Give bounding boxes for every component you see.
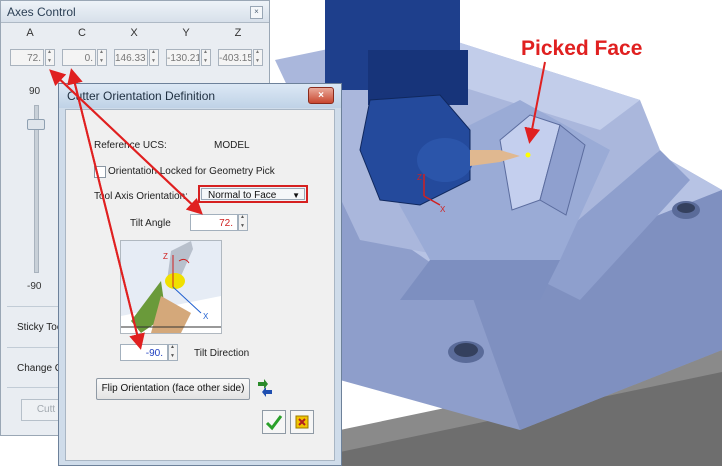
tool-axis-value: Normal to Face — [208, 190, 277, 201]
tilt-angle-label: Tilt Angle — [130, 218, 171, 229]
axis-header-y: Y — [182, 27, 190, 39]
tool-axis-dropdown[interactable]: Normal to Face ▼ — [198, 185, 308, 203]
triad-x-label: X — [440, 205, 446, 214]
tilt-direction-field[interactable]: -90. — [120, 344, 168, 361]
tilt-angle-spinner[interactable] — [238, 214, 248, 231]
axis-a-spinner[interactable] — [45, 49, 55, 66]
axis-a-field[interactable]: 72. — [10, 49, 44, 66]
diagram-z-label: Z — [163, 252, 168, 261]
axis-c-field[interactable]: 0. — [62, 49, 96, 66]
diagram-x-label: X — [203, 312, 209, 321]
flip-arrows-icon[interactable] — [254, 378, 276, 398]
axis-x-field[interactable]: 146.33 — [114, 49, 148, 66]
tilt-diagram: Z X — [120, 240, 222, 334]
axis-column-a: A 72. — [7, 25, 59, 75]
checkmark-icon — [265, 415, 283, 431]
scene: Z X Axes Control × A 72. C 0. X 146.33 Y — [0, 0, 722, 466]
axis-header-z: Z — [234, 27, 242, 39]
axis-column-y: Y -130.21 — [163, 25, 215, 75]
tilt-direction-spinner[interactable] — [168, 344, 178, 361]
tilt-angle-field[interactable]: 72. — [190, 214, 238, 231]
axis-column-z: Z -403.15 — [215, 25, 267, 75]
picked-face-label: Picked Face — [521, 37, 643, 60]
reference-ucs-label: Reference UCS: — [94, 140, 167, 151]
close-icon[interactable]: × — [308, 87, 334, 104]
axis-x-spinner[interactable] — [149, 49, 159, 66]
tool-axis-label: Tool Axis Orientation: — [94, 191, 188, 202]
close-icon[interactable]: × — [250, 6, 263, 19]
orientation-locked-label: Orientation Locked for Geometry Pick — [108, 166, 275, 177]
slider-min-label: -90 — [27, 281, 42, 292]
axis-header-a: A — [26, 27, 34, 39]
cutter-orientation-dialog: Cutter Orientation Definition × Referenc… — [58, 83, 342, 466]
axis-c-spinner[interactable] — [97, 49, 107, 66]
cancel-icon — [295, 415, 309, 429]
sticky-tool-label: Sticky Too — [17, 322, 63, 333]
dialog-title: Cutter Orientation Definition — [59, 84, 341, 108]
axis-column-x: X 146.33 — [111, 25, 163, 75]
axis-column-c: C 0. — [59, 25, 111, 75]
tilt-direction-label: Tilt Direction — [194, 348, 250, 359]
flip-orientation-button[interactable]: Flip Orientation (face other side) — [96, 378, 250, 400]
axis-z-spinner[interactable] — [253, 49, 263, 66]
axis-header-c: C — [78, 27, 86, 39]
cancel-button[interactable] — [290, 410, 314, 434]
axis-slider-track[interactable] — [34, 105, 39, 273]
axis-value-grid: A 72. C 0. X 146.33 Y -130.21 Z -403 — [7, 25, 267, 75]
dropdown-box: Normal to Face ▼ — [201, 188, 305, 201]
change-label: Change C — [17, 363, 63, 374]
dialog-body: Reference UCS: MODEL Orientation Locked … — [65, 109, 335, 461]
ok-button[interactable] — [262, 410, 286, 434]
axes-control-title: Axes Control — [1, 1, 269, 23]
triad-z-label: Z — [417, 173, 422, 182]
axis-z-field[interactable]: -403.15 — [218, 49, 252, 66]
axis-header-x: X — [130, 27, 138, 39]
axis-y-spinner[interactable] — [201, 49, 211, 66]
slider-max-label: 90 — [29, 86, 41, 97]
axis-y-field[interactable]: -130.21 — [166, 49, 200, 66]
axis-slider-thumb[interactable] — [27, 119, 45, 130]
reference-ucs-value: MODEL — [214, 140, 250, 151]
chevron-down-icon: ▼ — [292, 191, 300, 200]
orientation-locked-checkbox[interactable] — [94, 166, 106, 178]
